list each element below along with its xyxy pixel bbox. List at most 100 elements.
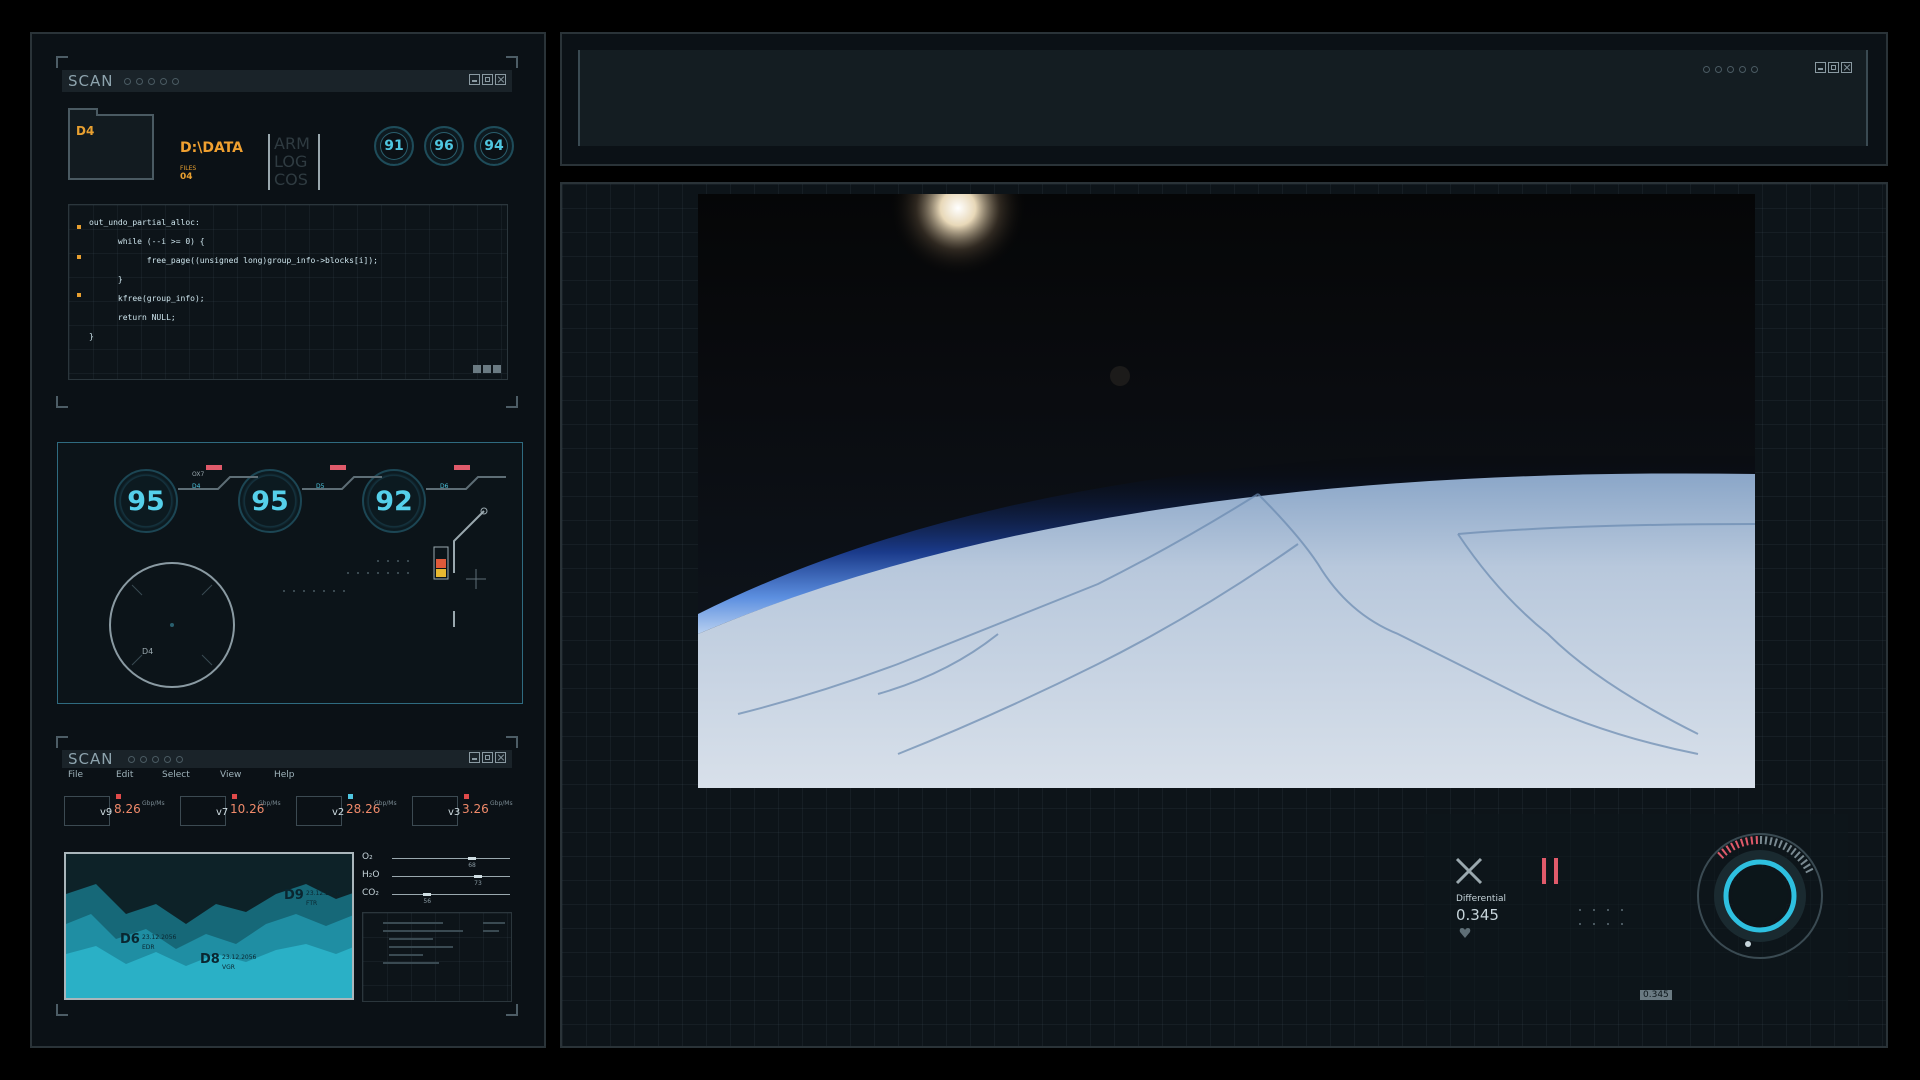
radar-scope: [109, 562, 235, 688]
dial-gauge[interactable]: [1690, 826, 1830, 966]
menu-help[interactable]: Help: [274, 770, 295, 780]
stream-tag: v3: [448, 807, 461, 818]
peak-date: 23.12.2056: [306, 890, 341, 897]
gas-value: 56: [423, 898, 432, 905]
stream-value: 8.26: [114, 802, 141, 816]
gauge-tag: OX7: [192, 471, 205, 478]
peak-label-d8: D8: [200, 952, 220, 967]
files-count: 04: [180, 172, 193, 182]
gas-slider-knob[interactable]: [423, 893, 432, 896]
area-chart: D9 23.12.2056 FTR D6 23.12.2056 EDR D8 2…: [64, 852, 354, 1000]
window-controls: [1815, 62, 1852, 73]
radar-label: D4: [142, 647, 154, 656]
gas-value: 73: [474, 880, 482, 887]
gauge-91: 91: [374, 126, 414, 166]
maximize-icon[interactable]: [482, 74, 493, 85]
stream-unit: Gbp/Ms: [490, 800, 513, 807]
gas-slider[interactable]: [392, 894, 510, 895]
window-title: SCAN: [68, 72, 114, 90]
folder-icon[interactable]: D4: [68, 108, 154, 180]
code-line-5: kfree(group_info);: [89, 294, 205, 303]
stream-unit: Gbp/Ms: [142, 800, 165, 807]
telemetry-plot: [283, 507, 488, 627]
log-lines: [383, 922, 505, 964]
scan-window: SCAN D4 D:\DATA FILES 04 ARM LOG COS 91 …: [56, 56, 518, 408]
stream-tag: v7: [216, 807, 229, 818]
code-marker: [77, 225, 81, 229]
gas-slider-knob[interactable]: [474, 875, 483, 878]
gas-slider[interactable]: [392, 858, 510, 859]
gas-value: 68: [468, 862, 476, 869]
minimize-icon[interactable]: [469, 74, 480, 85]
hud-panel: Differential 0.345 0.345: [1424, 814, 1848, 1010]
stack-label-arm: ARM: [274, 134, 310, 153]
stream-tag: v2: [332, 807, 345, 818]
maximize-icon[interactable]: [482, 752, 493, 763]
code-line-6: return NULL;: [89, 313, 176, 322]
peak-sub: VGR: [222, 964, 235, 971]
gas-sliders: O₂ 68 H₂O 73 CO₂ 56: [362, 850, 510, 910]
stream-v7[interactable]: v7 10.26 Gbp/Ms: [180, 792, 292, 826]
window-controls: [469, 74, 506, 85]
stream-unit: Gbp/Ms: [258, 800, 281, 807]
minimize-icon[interactable]: [469, 752, 480, 763]
gauge-96: 96: [424, 126, 464, 166]
code-line-4: }: [89, 275, 123, 284]
bottom-readout: 0.345: [1640, 990, 1672, 1000]
radar-panel: 95 95 92 OX7 D4 D5 D6 D4: [57, 442, 523, 704]
maximize-icon[interactable]: [1828, 62, 1839, 73]
stream-unit: Gbp/Ms: [374, 800, 397, 807]
code-marker: [77, 255, 81, 259]
scan-window-2: SCAN File Edit Select View Help v9 8.26 …: [56, 736, 518, 1016]
folder-label: D4: [76, 124, 95, 138]
close-icon[interactable]: [1841, 62, 1852, 73]
area-chart-svg: [66, 884, 352, 998]
peak-sub: EDR: [142, 944, 155, 951]
stack-bracket: ARM LOG COS: [268, 134, 320, 190]
earth-image: [698, 194, 1755, 788]
gas-slider-knob[interactable]: [468, 857, 477, 860]
gauge-sub: D5: [316, 483, 325, 490]
menu-view[interactable]: View: [220, 770, 241, 780]
differential-label: Differential: [1456, 894, 1506, 904]
code-line-1: out_undo_partial_alloc:: [89, 218, 200, 227]
peak-label-d6: D6: [120, 932, 140, 947]
stack-label-cos: COS: [274, 170, 308, 189]
minimize-icon[interactable]: [1815, 62, 1826, 73]
status-dots: [124, 78, 179, 85]
crosshair-dots: [1579, 909, 1623, 925]
stream-v9[interactable]: v9 8.26 Gbp/Ms: [64, 792, 176, 826]
menu-file[interactable]: File: [68, 770, 83, 780]
stream-value: 3.26: [462, 802, 489, 816]
code-line-3: free_page((unsigned long)group_info->blo…: [89, 256, 378, 265]
gas-label-o2: O₂: [362, 852, 373, 862]
peak-label-d9: D9: [284, 888, 304, 903]
gas-slider[interactable]: [392, 876, 510, 877]
gas-label-h2o: H₂O: [362, 870, 380, 880]
close-icon[interactable]: [495, 752, 506, 763]
pause-icon[interactable]: [1540, 858, 1564, 888]
files-label: FILES: [180, 165, 197, 172]
menu-select[interactable]: Select: [162, 770, 190, 780]
earth-view: [698, 194, 1755, 788]
peak-sub: FTR: [306, 900, 318, 907]
close-icon[interactable]: [495, 74, 506, 85]
window-controls: [469, 752, 506, 763]
close-x-icon[interactable]: [1454, 856, 1484, 886]
status-dots: [128, 756, 183, 763]
stream-tag: v9: [100, 807, 113, 818]
path-label: D:\DATA: [180, 140, 243, 156]
peak-date: 23.12.2056: [142, 934, 177, 941]
stream-v2[interactable]: v2 28.26 Gbp/Ms: [296, 792, 408, 826]
heart-icon: [1459, 928, 1471, 938]
menu-edit[interactable]: Edit: [116, 770, 133, 780]
code-line-7: }: [89, 332, 94, 341]
stack-label-log: LOG: [274, 152, 308, 171]
stream-v3[interactable]: v3 3.26 Gbp/Ms: [412, 792, 524, 826]
gauge-sub: D4: [192, 483, 201, 490]
differential-value: 0.345: [1456, 906, 1499, 924]
code-line-2: while (--i >= 0) {: [89, 237, 205, 246]
code-panel: out_undo_partial_alloc: while (--i >= 0)…: [68, 204, 508, 380]
peak-date: 23.12.2056: [222, 954, 257, 961]
scroll-controls[interactable]: [473, 365, 501, 373]
